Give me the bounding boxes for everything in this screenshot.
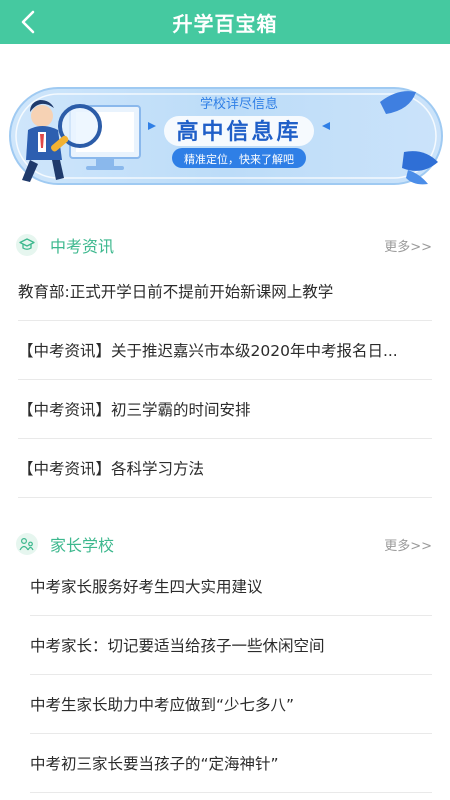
list-item-text: 【中考资讯】初三学霸的时间安排 bbox=[18, 401, 251, 419]
section-header-exam-news: 中考资讯 更多>> bbox=[0, 231, 450, 259]
list-item-text: 教育部:正式开学日前不提前开始新课网上教学 bbox=[18, 283, 334, 301]
list-item[interactable]: 中考初三家长要当孩子的“定海神针” bbox=[30, 734, 432, 793]
section-title: 中考资讯 bbox=[50, 237, 115, 256]
svg-text:学校详尽信息: 学校详尽信息 bbox=[200, 96, 278, 112]
list-item-text: 【中考资讯】关于推迟嘉兴市本级2020年中考报名日... bbox=[18, 342, 398, 360]
high-school-info-banner[interactable]: 学校详尽信息 高中信息库 精准定位，快来了解吧 bbox=[8, 82, 444, 190]
header-bar: 升学百宝箱 bbox=[0, 0, 450, 44]
section-title: 家长学校 bbox=[50, 536, 115, 555]
back-button[interactable] bbox=[14, 8, 42, 36]
list-item-text: 【中考资讯】各科学习方法 bbox=[18, 460, 205, 478]
list-item[interactable]: 教育部:正式开学日前不提前开始新课网上教学 bbox=[18, 262, 432, 321]
page-title: 升学百宝箱 bbox=[172, 11, 278, 36]
list-item-text: 中考初三家长要当孩子的“定海神针” bbox=[30, 755, 279, 773]
more-link[interactable]: 更多>> bbox=[384, 236, 432, 255]
svg-text:高中信息库: 高中信息库 bbox=[176, 119, 301, 145]
parent-child-icon bbox=[16, 533, 38, 555]
list-item[interactable]: 中考家长：切记要适当给孩子一些休闲空间 bbox=[30, 616, 432, 675]
list-item[interactable]: 【中考资讯】关于推迟嘉兴市本级2020年中考报名日... bbox=[18, 321, 432, 380]
list-item[interactable]: 【中考资讯】初三学霸的时间安排 bbox=[18, 380, 432, 439]
chevron-left-icon bbox=[21, 10, 35, 34]
graduation-cap-icon bbox=[16, 234, 38, 256]
list-item-text: 中考家长服务好考生四大实用建议 bbox=[30, 578, 263, 596]
list-item-text: 中考家长：切记要适当给孩子一些休闲空间 bbox=[30, 637, 325, 655]
svg-text:精准定位，快来了解吧: 精准定位，快来了解吧 bbox=[184, 152, 294, 166]
list-item-text: 中考生家长助力中考应做到“少七多八” bbox=[30, 696, 295, 714]
list-item[interactable]: 中考生家长助力中考应做到“少七多八” bbox=[30, 675, 432, 734]
more-link[interactable]: 更多>> bbox=[384, 535, 432, 554]
banner-illustration: 学校详尽信息 高中信息库 精准定位，快来了解吧 bbox=[9, 87, 443, 185]
section-header-parent-school: 家长学校 更多>> bbox=[0, 530, 450, 558]
list-item[interactable]: 【中考资讯】各科学习方法 bbox=[18, 439, 432, 498]
list-item[interactable]: 中考家长服务好考生四大实用建议 bbox=[30, 557, 432, 616]
